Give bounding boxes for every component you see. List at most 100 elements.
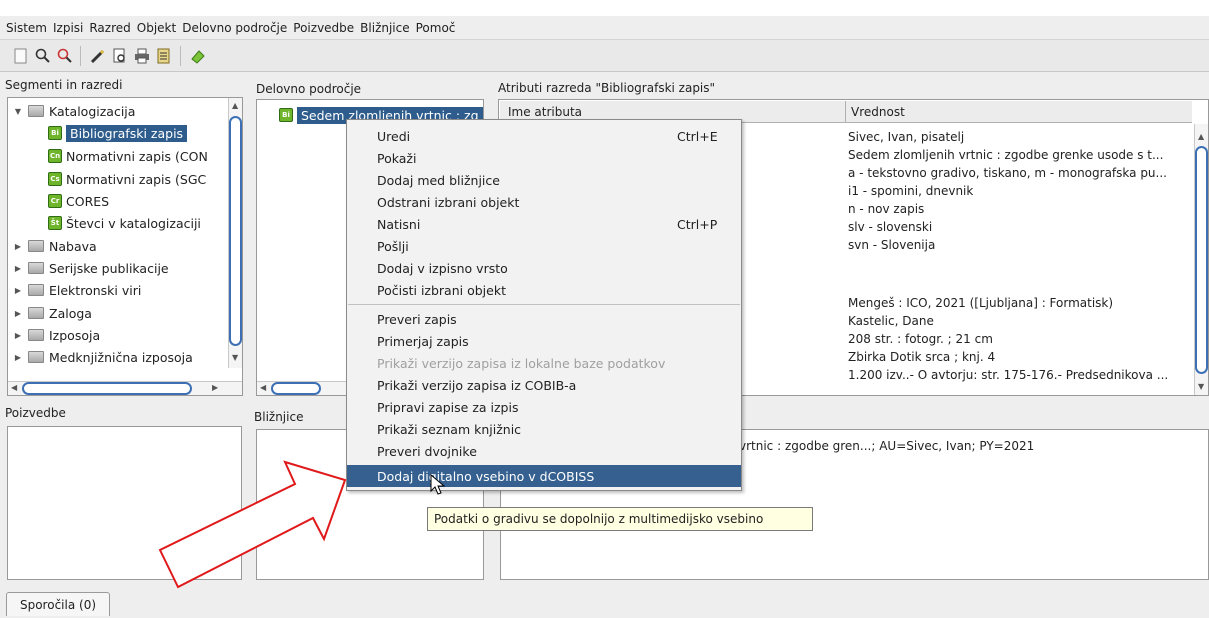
menu-poizvedbe[interactable]: Poizvedbe (293, 21, 354, 35)
menu-item-dodaj-v-izpisno-vrsto[interactable]: Dodaj v izpisno vrsto (347, 257, 741, 279)
new-document-icon[interactable] (12, 47, 30, 65)
folder-icon (28, 105, 44, 117)
attribute-value[interactable]: Zbirka Dotik srca ; knj. 4 (848, 350, 995, 366)
menu-item-label: Pokaži (377, 150, 417, 166)
scroll-left-icon[interactable]: ◀ (11, 383, 17, 392)
menu-item-dodaj-digitalno-vsebino[interactable]: Dodaj digitalno vsebino v dCOBISS (347, 465, 741, 487)
menu-pomoc[interactable]: Pomoč (416, 21, 456, 35)
menu-item-dodaj-med-bliznjice[interactable]: Dodaj med bližnjice (347, 169, 741, 191)
annotation-arrow-icon (158, 460, 347, 589)
menu-item-preveri-zapis[interactable]: Preveri zapis (347, 308, 741, 330)
tree-item-izposoja[interactable]: ▶ Izposoja (12, 324, 100, 346)
menu-item-poslji[interactable]: Pošlji (347, 235, 741, 257)
col-header-name[interactable]: Ime atributa (508, 105, 582, 119)
scroll-thumb[interactable] (229, 116, 242, 346)
tree-item-katalogizacija[interactable]: ▼ Katalogizacija (12, 100, 136, 122)
attribute-value[interactable]: Kastelic, Dane (848, 314, 934, 330)
class-badge-icon: Št (48, 216, 62, 230)
eraser-icon[interactable] (189, 47, 207, 65)
menu-item-natisni[interactable]: Natisni Ctrl+P (347, 213, 741, 235)
menu-razred[interactable]: Razred (89, 21, 130, 35)
menu-item-label: Dodaj med bližnjice (377, 172, 500, 188)
tree-item-nabava[interactable]: ▶ Nabava (12, 235, 97, 257)
search-icon[interactable] (34, 47, 52, 65)
notes-icon[interactable] (155, 47, 173, 65)
collapsed-arrow-icon[interactable]: ▶ (12, 309, 24, 318)
folder-icon (28, 284, 44, 296)
queries-title: Poizvedbe (5, 406, 66, 420)
menu-item-pocisti[interactable]: Počisti izbrani objekt (347, 279, 741, 301)
scroll-thumb[interactable] (22, 382, 192, 395)
shortcut-details-text: vrtnic : zgodbe gren...; AU=Sivec, Ivan;… (739, 439, 1035, 453)
tree-item-serijske[interactable]: ▶ Serijske publikacije (12, 257, 169, 279)
menu-item-odstrani[interactable]: Odstrani izbrani objekt (347, 191, 741, 213)
menu-separator (348, 304, 740, 305)
collapsed-arrow-icon[interactable]: ▶ (12, 242, 24, 251)
menu-item-label: Prikaži verzijo zapisa iz COBIB-a (377, 377, 577, 393)
attribute-value[interactable]: a - tekstovno gradivo, tiskano, m - mono… (848, 166, 1167, 182)
tree-item-bibliografski-zapis[interactable]: Bi Bibliografski zapis (48, 122, 188, 144)
tree-item-stevci[interactable]: Št Števci v katalogizaciji (48, 212, 201, 234)
menu-item-label: Dodaj v izpisno vrsto (377, 260, 508, 276)
collapsed-arrow-icon[interactable]: ▶ (12, 286, 24, 295)
collapsed-arrow-icon[interactable]: ▶ (12, 331, 24, 340)
menu-objekt[interactable]: Objekt (137, 21, 176, 35)
scroll-up-icon[interactable]: ▲ (1198, 132, 1204, 141)
folder-icon (28, 351, 44, 363)
scroll-left-icon[interactable]: ◀ (260, 383, 266, 392)
menu-item-shortcut: Ctrl+P (677, 216, 718, 232)
tree-item-normativni-sgc[interactable]: Cs Normativni zapis (SGC (48, 168, 206, 190)
menu-item-seznam-knjiznic[interactable]: Prikaži seznam knjižnic (347, 418, 741, 440)
collapsed-arrow-icon[interactable]: ▶ (12, 264, 24, 273)
attribute-value[interactable]: Sedem zlomljenih vrtnic : zgodbe grenke … (848, 148, 1163, 164)
mouse-cursor-icon (430, 474, 446, 495)
horizontal-scrollbar[interactable]: ◀ ▶ (8, 381, 242, 395)
pencil-icon[interactable] (89, 47, 107, 65)
scroll-right-icon[interactable]: ▶ (212, 383, 218, 392)
print-preview-icon[interactable] (111, 47, 129, 65)
scroll-down-icon[interactable]: ▼ (1198, 382, 1204, 391)
attributes-title: Atributi razreda "Bibliografski zapis" (498, 81, 716, 95)
menu-item-pripravi-izpis[interactable]: Pripravi zapise za izpis (347, 396, 741, 418)
attribute-value[interactable]: Mengeš : ICO, 2021 ([Ljubljana] : Format… (848, 296, 1113, 312)
menu-izpisi[interactable]: Izpisi (53, 21, 83, 35)
menu-item-label: Natisni (377, 216, 421, 232)
attribute-value[interactable]: slv - slovenski (848, 220, 932, 236)
vertical-scrollbar[interactable]: ▲ ▼ (1194, 124, 1208, 395)
vertical-scrollbar[interactable]: ▲ ▼ (228, 98, 242, 368)
tree-item-elektronski[interactable]: ▶ Elektronski viri (12, 279, 141, 301)
attribute-value[interactable]: n - nov zapis (848, 202, 924, 218)
attribute-value[interactable]: 208 str. : fotogr. ; 21 cm (848, 332, 993, 348)
attribute-value[interactable]: i1 - spomini, dnevnik (848, 184, 973, 200)
search-red-icon[interactable] (56, 47, 74, 65)
menu-item-label: Pošlji (377, 238, 409, 254)
scroll-thumb[interactable] (271, 382, 321, 395)
menu-item-pokazi[interactable]: Pokaži (347, 147, 741, 169)
messages-tab[interactable]: Sporočila (0) (6, 592, 110, 616)
expanded-arrow-icon[interactable]: ▼ (12, 107, 24, 116)
tree-item-cores[interactable]: Cr CORES (48, 190, 109, 212)
segments-tree-panel: ▼ Katalogizacija Bi Bibliografski zapis … (7, 97, 243, 396)
scroll-up-icon[interactable]: ▲ (232, 101, 238, 110)
scroll-down-icon[interactable]: ▼ (232, 353, 238, 362)
menu-sistem[interactable]: Sistem (6, 21, 47, 35)
tree-item-zaloga[interactable]: ▶ Zaloga (12, 302, 92, 324)
tree-item-normativni-con[interactable]: Cn Normativni zapis (CON (48, 145, 208, 167)
tree-label: Elektronski viri (49, 282, 142, 298)
collapsed-arrow-icon[interactable]: ▶ (12, 353, 24, 362)
tree-item-medknjiznicna[interactable]: ▶ Medknjižnična izposoja (12, 346, 193, 368)
attribute-value[interactable]: svn - Slovenija (848, 238, 935, 254)
menu-item-primerjaj-zapis[interactable]: Primerjaj zapis (347, 330, 741, 352)
menu-item-preveri-dvojnike[interactable]: Preveri dvojnike (347, 440, 741, 462)
attribute-value[interactable]: Sivec, Ivan, pisatelj (848, 130, 964, 146)
col-header-value[interactable]: Vrednost (851, 105, 905, 119)
scroll-thumb[interactable] (1195, 146, 1208, 374)
attribute-value[interactable]: 1.200 izv..- O avtorju: str. 175-176.- P… (848, 368, 1168, 384)
menu-item-uredi[interactable]: Uredi Ctrl+E (347, 125, 741, 147)
printer-icon[interactable] (133, 47, 151, 65)
menu-bliznjice[interactable]: Bližnjice (360, 21, 409, 35)
tree-label: Števci v katalogizaciji (66, 215, 201, 231)
workspace-title: Delovno področje (256, 82, 362, 96)
menu-item-prikazi-cobib[interactable]: Prikaži verzijo zapisa iz COBIB-a (347, 374, 741, 396)
menu-delovno-podrocje[interactable]: Delovno področje (182, 21, 287, 35)
